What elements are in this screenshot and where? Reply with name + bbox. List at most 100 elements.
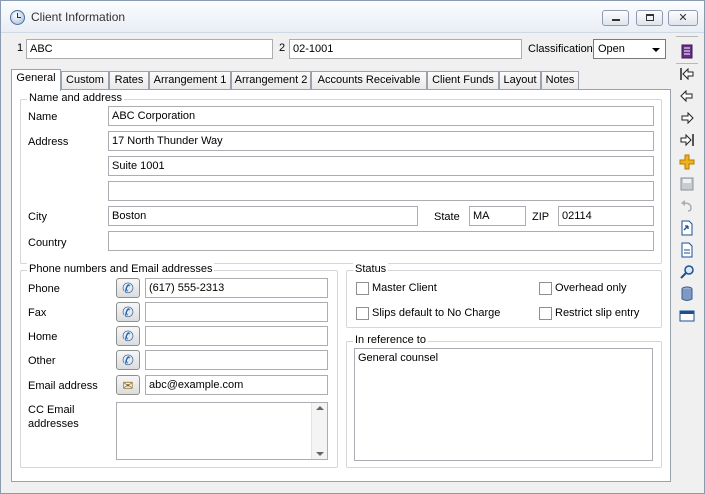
- window-title: Client Information: [31, 10, 126, 24]
- contact-group-title: Phone numbers and Email addresses: [27, 263, 215, 275]
- report-button[interactable]: [676, 240, 698, 260]
- fax-label: Fax: [28, 307, 47, 319]
- restrict-slip-checkbox[interactable]: [539, 307, 552, 320]
- address-line1-field[interactable]: 17 North Thunder Way: [108, 131, 654, 151]
- cc-email-scrollbar[interactable]: [311, 403, 327, 459]
- list-icon: [681, 44, 693, 58]
- email-label: Email address: [28, 380, 98, 392]
- home-label: Home: [28, 331, 58, 343]
- save-button[interactable]: [676, 174, 698, 194]
- add-icon: [679, 154, 695, 170]
- cc-email-label-line1: CC Email: [28, 404, 75, 416]
- zip-field[interactable]: 02114: [558, 206, 654, 226]
- restore-button[interactable]: [636, 10, 663, 26]
- master-client-checkbox[interactable]: [356, 282, 369, 295]
- first-record-button[interactable]: [676, 64, 698, 84]
- zip-label: ZIP: [532, 211, 550, 223]
- next-record-icon: [681, 111, 694, 125]
- dial-home-button[interactable]: ✆: [116, 326, 140, 346]
- status-group-title: Status: [353, 263, 389, 275]
- add-record-button[interactable]: [676, 152, 698, 172]
- envelope-icon: ✉: [122, 377, 134, 393]
- slips-default-checkbox[interactable]: [356, 307, 369, 320]
- country-label: Country: [28, 237, 67, 249]
- other-label: Other: [28, 355, 56, 367]
- send-email-button[interactable]: ✉: [116, 375, 140, 395]
- undo-icon: [681, 200, 692, 212]
- address-line2-field[interactable]: Suite 1001: [108, 156, 654, 176]
- general-tab-panel: Name and address Name ABC Corporation Ad…: [11, 89, 671, 482]
- field2-label: 2: [279, 42, 286, 54]
- phone-icon: ✆: [122, 280, 134, 296]
- client-id-field[interactable]: ABC: [26, 39, 273, 59]
- state-field[interactable]: MA: [469, 206, 526, 226]
- dial-fax-button[interactable]: ✆: [116, 302, 140, 322]
- restore-icon: [645, 14, 654, 21]
- phone-icon: ✆: [122, 304, 134, 320]
- database-button[interactable]: [676, 284, 698, 304]
- slips-default-label: Slips default to No Charge: [372, 307, 501, 319]
- tab-accounts-receivable[interactable]: Accounts Receivable: [311, 71, 427, 90]
- name-field[interactable]: ABC Corporation: [108, 106, 654, 126]
- tab-arrangement-1[interactable]: Arrangement 1: [149, 71, 231, 90]
- first-record-icon: [680, 67, 694, 81]
- previous-record-icon: [680, 89, 693, 103]
- tab-layout[interactable]: Layout: [499, 71, 541, 90]
- minimize-button[interactable]: [602, 10, 629, 26]
- other-field[interactable]: [145, 350, 328, 370]
- export-button[interactable]: [676, 218, 698, 238]
- tab-custom[interactable]: Custom: [61, 71, 109, 90]
- classification-select[interactable]: Open: [593, 39, 666, 59]
- close-icon: ✕: [678, 12, 688, 24]
- field1-label: 1: [17, 42, 24, 54]
- address-label: Address: [28, 136, 69, 148]
- tab-client-funds[interactable]: Client Funds: [427, 71, 499, 90]
- previous-record-button[interactable]: [676, 86, 698, 106]
- search-button[interactable]: [676, 262, 698, 282]
- list-button[interactable]: [676, 41, 698, 61]
- client-number-field[interactable]: 02-1001: [289, 39, 522, 59]
- last-record-button[interactable]: [676, 130, 698, 150]
- title-bar: Client Information ✕: [1, 1, 704, 33]
- window-button[interactable]: [676, 306, 698, 326]
- status-group: Status: [346, 263, 662, 328]
- last-record-icon: [680, 133, 694, 147]
- minimize-icon: [611, 19, 620, 21]
- phone-icon: ✆: [122, 352, 134, 368]
- cc-email-field[interactable]: [116, 402, 328, 460]
- chevron-down-icon: [652, 48, 660, 52]
- dial-other-button[interactable]: ✆: [116, 350, 140, 370]
- tab-rates[interactable]: Rates: [109, 71, 149, 90]
- dial-phone-button[interactable]: ✆: [116, 278, 140, 298]
- next-record-button[interactable]: [676, 108, 698, 128]
- report-icon: [681, 242, 693, 258]
- city-field[interactable]: Boston: [108, 206, 418, 226]
- tab-general[interactable]: General: [11, 69, 61, 91]
- tab-arrangement-2[interactable]: Arrangement 2: [231, 71, 311, 90]
- restrict-slip-label: Restrict slip entry: [555, 307, 640, 319]
- scroll-down-icon: [316, 452, 324, 456]
- phone-field[interactable]: (617) 555-2313: [145, 278, 328, 298]
- address-line3-field[interactable]: [108, 181, 654, 201]
- overhead-only-checkbox[interactable]: [539, 282, 552, 295]
- fax-field[interactable]: [145, 302, 328, 322]
- tab-notes[interactable]: Notes: [541, 71, 579, 90]
- name-address-group-title: Name and address: [27, 92, 124, 104]
- home-field[interactable]: [145, 326, 328, 346]
- close-button[interactable]: ✕: [668, 10, 698, 26]
- master-client-label: Master Client: [372, 282, 437, 294]
- phone-icon: ✆: [122, 328, 134, 344]
- email-field[interactable]: abc@example.com: [145, 375, 328, 395]
- clock-icon: [10, 10, 25, 25]
- state-label: State: [434, 211, 460, 223]
- reference-field[interactable]: General counsel: [354, 348, 653, 461]
- reference-group-title: In reference to: [353, 334, 428, 346]
- undo-button[interactable]: [676, 196, 698, 216]
- country-field[interactable]: [108, 231, 654, 251]
- classification-value: Open: [598, 43, 625, 55]
- database-icon: [681, 286, 693, 301]
- phone-label: Phone: [28, 283, 60, 295]
- cc-email-label-line2: addresses: [28, 418, 79, 430]
- overhead-only-label: Overhead only: [555, 282, 627, 294]
- scroll-up-icon: [316, 406, 324, 410]
